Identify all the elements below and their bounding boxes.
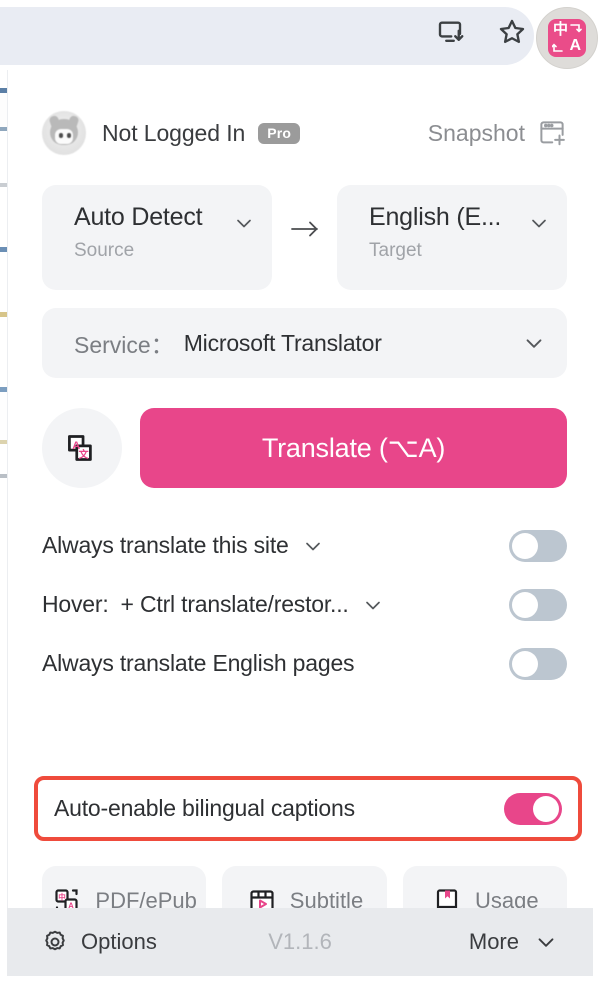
extension-glyph-primary: 中 [553, 21, 569, 38]
svg-text:中: 中 [59, 892, 67, 902]
snapshot-window-plus-icon [537, 118, 567, 148]
language-selector-row: Auto Detect Source English (E... Target [42, 185, 567, 290]
toolbar-icon-group [432, 14, 530, 50]
user-avatar[interactable] [42, 111, 86, 155]
options-label: Options [81, 929, 157, 954]
setting-secondary-label: + Ctrl translate/restor... [120, 591, 349, 617]
options-button[interactable]: Options [41, 928, 157, 956]
settings-toggle-list: Always translate this site Hover: + Ctrl… [8, 516, 600, 693]
target-language-value: English (E... [369, 203, 502, 231]
service-value: Microsoft Translator [183, 329, 382, 356]
browser-toolbar: 中 A [0, 0, 600, 70]
snapshot-button[interactable]: Snapshot [428, 118, 567, 148]
toggle-hover-translate[interactable] [509, 588, 567, 621]
translate-button[interactable]: Translate (⌥A) [140, 408, 567, 488]
bookmark-star-icon[interactable] [494, 14, 530, 50]
translate-button-label: Translate (⌥A) [261, 432, 446, 463]
source-language-select[interactable]: Auto Detect Source [42, 185, 272, 290]
target-language-select[interactable]: English (E... Target [337, 185, 567, 290]
chevron-down-icon [232, 211, 256, 235]
more-button[interactable]: More [469, 929, 559, 955]
more-label: More [468, 929, 519, 954]
translate-popup-panel: Not Logged In Pro Snapshot Auto Detect S… [7, 70, 600, 936]
chevron-down-icon[interactable] [301, 534, 325, 558]
translate-cards-icon[interactable]: A 文 [42, 408, 122, 488]
service-label: Service： [74, 332, 174, 358]
chevron-down-icon [533, 929, 559, 955]
popup-footer: Options V1.1.6 More [7, 908, 593, 976]
gear-icon [41, 928, 69, 956]
arrow-right-icon [272, 217, 337, 259]
extension-popup-screen: 中 A Not Logged In Pro Snapshot Auto Dete… [0, 0, 600, 986]
page-content-sliver [0, 70, 7, 910]
extension-badge: 中 A [548, 19, 586, 57]
toggle-always-translate-english[interactable] [509, 647, 567, 680]
translate-action-row: A 文 Translate (⌥A) [42, 408, 567, 488]
setting-row-auto-enable-bilingual-captions[interactable]: Auto-enable bilingual captions [34, 776, 582, 841]
extension-glyph-secondary: A [569, 37, 581, 54]
chevron-down-icon [527, 211, 551, 235]
version-label: V1.1.6 [268, 929, 332, 954]
pro-badge: Pro [258, 122, 301, 144]
toggle-always-translate-site[interactable] [509, 529, 567, 562]
setting-label: Hover: [42, 591, 109, 617]
svg-text:文: 文 [79, 448, 90, 461]
setting-row-always-translate-site[interactable]: Always translate this site [8, 516, 600, 575]
target-language-label: Target [369, 240, 422, 261]
popup-header: Not Logged In Pro Snapshot [8, 100, 600, 166]
setting-row-always-translate-english[interactable]: Always translate English pages [8, 634, 600, 693]
chevron-down-icon [521, 330, 547, 356]
setting-row-hover-translate[interactable]: Hover: + Ctrl translate/restor... [8, 575, 600, 634]
install-app-icon[interactable] [432, 14, 468, 50]
snapshot-label: Snapshot [427, 119, 525, 146]
source-language-value: Auto Detect [74, 203, 203, 231]
immersive-translate-extension-icon[interactable]: 中 A [536, 7, 598, 69]
source-language-label: Source [74, 240, 135, 261]
service-select[interactable]: Service： Microsoft Translator [42, 308, 567, 378]
setting-label: Always translate this site [42, 532, 289, 558]
account-name[interactable]: Not Logged In [102, 120, 245, 147]
chevron-down-icon[interactable] [361, 593, 385, 617]
setting-label: Auto-enable bilingual captions [54, 795, 355, 821]
toggle-auto-enable-bilingual-captions[interactable] [504, 792, 562, 825]
setting-label: Always translate English pages [42, 650, 355, 676]
